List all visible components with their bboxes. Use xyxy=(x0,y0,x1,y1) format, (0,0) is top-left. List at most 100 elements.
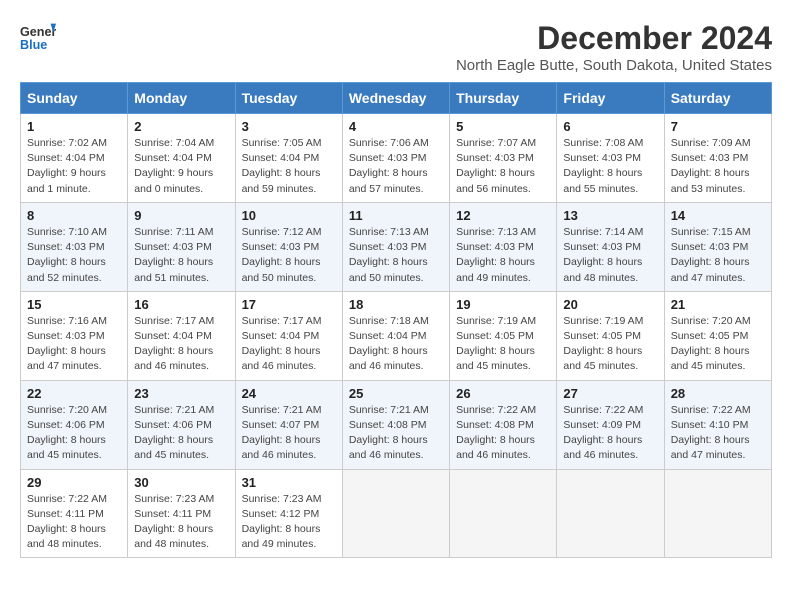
day-info: Sunrise: 7:23 AMSunset: 4:12 PMDaylight:… xyxy=(242,493,322,551)
calendar-cell: 18 Sunrise: 7:18 AMSunset: 4:04 PMDaylig… xyxy=(342,291,449,380)
calendar-cell: 7 Sunrise: 7:09 AMSunset: 4:03 PMDayligh… xyxy=(664,114,771,203)
day-info: Sunrise: 7:16 AMSunset: 4:03 PMDaylight:… xyxy=(27,315,107,373)
day-info: Sunrise: 7:19 AMSunset: 4:05 PMDaylight:… xyxy=(456,315,536,373)
day-number: 12 xyxy=(456,208,550,223)
calendar-cell: 27 Sunrise: 7:22 AMSunset: 4:09 PMDaylig… xyxy=(557,380,664,469)
day-info: Sunrise: 7:20 AMSunset: 4:06 PMDaylight:… xyxy=(27,404,107,462)
day-number: 26 xyxy=(456,386,550,401)
calendar-cell xyxy=(342,469,449,558)
calendar-cell: 4 Sunrise: 7:06 AMSunset: 4:03 PMDayligh… xyxy=(342,114,449,203)
day-info: Sunrise: 7:21 AMSunset: 4:08 PMDaylight:… xyxy=(349,404,429,462)
calendar-cell: 10 Sunrise: 7:12 AMSunset: 4:03 PMDaylig… xyxy=(235,202,342,291)
logo: General Blue xyxy=(20,20,56,56)
calendar-cell: 28 Sunrise: 7:22 AMSunset: 4:10 PMDaylig… xyxy=(664,380,771,469)
calendar-cell: 26 Sunrise: 7:22 AMSunset: 4:08 PMDaylig… xyxy=(450,380,557,469)
day-info: Sunrise: 7:05 AMSunset: 4:04 PMDaylight:… xyxy=(242,137,322,195)
day-info: Sunrise: 7:19 AMSunset: 4:05 PMDaylight:… xyxy=(563,315,643,373)
day-info: Sunrise: 7:02 AMSunset: 4:04 PMDaylight:… xyxy=(27,137,107,195)
day-info: Sunrise: 7:13 AMSunset: 4:03 PMDaylight:… xyxy=(456,226,536,284)
calendar-cell: 14 Sunrise: 7:15 AMSunset: 4:03 PMDaylig… xyxy=(664,202,771,291)
calendar-cell xyxy=(557,469,664,558)
day-info: Sunrise: 7:17 AMSunset: 4:04 PMDaylight:… xyxy=(134,315,214,373)
day-number: 29 xyxy=(27,475,121,490)
calendar-week-3: 15 Sunrise: 7:16 AMSunset: 4:03 PMDaylig… xyxy=(21,291,772,380)
day-number: 27 xyxy=(563,386,657,401)
calendar-cell: 31 Sunrise: 7:23 AMSunset: 4:12 PMDaylig… xyxy=(235,469,342,558)
day-number: 22 xyxy=(27,386,121,401)
header-wednesday: Wednesday xyxy=(342,83,449,114)
calendar-cell: 29 Sunrise: 7:22 AMSunset: 4:11 PMDaylig… xyxy=(21,469,128,558)
day-number: 19 xyxy=(456,297,550,312)
calendar-cell: 11 Sunrise: 7:13 AMSunset: 4:03 PMDaylig… xyxy=(342,202,449,291)
day-info: Sunrise: 7:12 AMSunset: 4:03 PMDaylight:… xyxy=(242,226,322,284)
calendar-cell: 9 Sunrise: 7:11 AMSunset: 4:03 PMDayligh… xyxy=(128,202,235,291)
day-info: Sunrise: 7:18 AMSunset: 4:04 PMDaylight:… xyxy=(349,315,429,373)
calendar-cell: 19 Sunrise: 7:19 AMSunset: 4:05 PMDaylig… xyxy=(450,291,557,380)
calendar-week-5: 29 Sunrise: 7:22 AMSunset: 4:11 PMDaylig… xyxy=(21,469,772,558)
calendar-table: Sunday Monday Tuesday Wednesday Thursday… xyxy=(20,82,772,558)
day-number: 13 xyxy=(563,208,657,223)
calendar-cell: 21 Sunrise: 7:20 AMSunset: 4:05 PMDaylig… xyxy=(664,291,771,380)
calendar-week-2: 8 Sunrise: 7:10 AMSunset: 4:03 PMDayligh… xyxy=(21,202,772,291)
day-number: 10 xyxy=(242,208,336,223)
header-sunday: Sunday xyxy=(21,83,128,114)
day-number: 15 xyxy=(27,297,121,312)
day-info: Sunrise: 7:21 AMSunset: 4:07 PMDaylight:… xyxy=(242,404,322,462)
header-friday: Friday xyxy=(557,83,664,114)
day-number: 24 xyxy=(242,386,336,401)
day-number: 8 xyxy=(27,208,121,223)
calendar-cell: 12 Sunrise: 7:13 AMSunset: 4:03 PMDaylig… xyxy=(450,202,557,291)
calendar-cell: 8 Sunrise: 7:10 AMSunset: 4:03 PMDayligh… xyxy=(21,202,128,291)
page-header: General Blue December 2024 North Eagle B… xyxy=(20,20,772,74)
calendar-cell: 23 Sunrise: 7:21 AMSunset: 4:06 PMDaylig… xyxy=(128,380,235,469)
calendar-cell: 3 Sunrise: 7:05 AMSunset: 4:04 PMDayligh… xyxy=(235,114,342,203)
day-number: 1 xyxy=(27,119,121,134)
calendar-cell: 16 Sunrise: 7:17 AMSunset: 4:04 PMDaylig… xyxy=(128,291,235,380)
day-info: Sunrise: 7:11 AMSunset: 4:03 PMDaylight:… xyxy=(134,226,213,284)
calendar-cell: 13 Sunrise: 7:14 AMSunset: 4:03 PMDaylig… xyxy=(557,202,664,291)
calendar-cell: 30 Sunrise: 7:23 AMSunset: 4:11 PMDaylig… xyxy=(128,469,235,558)
header-saturday: Saturday xyxy=(664,83,771,114)
svg-text:Blue: Blue xyxy=(20,38,47,52)
day-info: Sunrise: 7:23 AMSunset: 4:11 PMDaylight:… xyxy=(134,493,214,551)
day-info: Sunrise: 7:22 AMSunset: 4:11 PMDaylight:… xyxy=(27,493,107,551)
day-number: 16 xyxy=(134,297,228,312)
day-number: 3 xyxy=(242,119,336,134)
day-number: 20 xyxy=(563,297,657,312)
day-info: Sunrise: 7:08 AMSunset: 4:03 PMDaylight:… xyxy=(563,137,643,195)
day-number: 31 xyxy=(242,475,336,490)
calendar-cell: 2 Sunrise: 7:04 AMSunset: 4:04 PMDayligh… xyxy=(128,114,235,203)
day-number: 6 xyxy=(563,119,657,134)
calendar-cell xyxy=(450,469,557,558)
day-info: Sunrise: 7:14 AMSunset: 4:03 PMDaylight:… xyxy=(563,226,643,284)
header-tuesday: Tuesday xyxy=(235,83,342,114)
calendar-cell: 20 Sunrise: 7:19 AMSunset: 4:05 PMDaylig… xyxy=(557,291,664,380)
day-info: Sunrise: 7:22 AMSunset: 4:10 PMDaylight:… xyxy=(671,404,751,462)
calendar-cell: 24 Sunrise: 7:21 AMSunset: 4:07 PMDaylig… xyxy=(235,380,342,469)
day-info: Sunrise: 7:22 AMSunset: 4:08 PMDaylight:… xyxy=(456,404,536,462)
day-info: Sunrise: 7:13 AMSunset: 4:03 PMDaylight:… xyxy=(349,226,429,284)
calendar-cell xyxy=(664,469,771,558)
calendar-cell: 17 Sunrise: 7:17 AMSunset: 4:04 PMDaylig… xyxy=(235,291,342,380)
calendar-week-1: 1 Sunrise: 7:02 AMSunset: 4:04 PMDayligh… xyxy=(21,114,772,203)
calendar-cell: 6 Sunrise: 7:08 AMSunset: 4:03 PMDayligh… xyxy=(557,114,664,203)
day-info: Sunrise: 7:10 AMSunset: 4:03 PMDaylight:… xyxy=(27,226,107,284)
calendar-cell: 15 Sunrise: 7:16 AMSunset: 4:03 PMDaylig… xyxy=(21,291,128,380)
day-number: 21 xyxy=(671,297,765,312)
calendar-cell: 22 Sunrise: 7:20 AMSunset: 4:06 PMDaylig… xyxy=(21,380,128,469)
day-number: 4 xyxy=(349,119,443,134)
day-info: Sunrise: 7:21 AMSunset: 4:06 PMDaylight:… xyxy=(134,404,214,462)
day-number: 14 xyxy=(671,208,765,223)
day-info: Sunrise: 7:09 AMSunset: 4:03 PMDaylight:… xyxy=(671,137,751,195)
day-number: 18 xyxy=(349,297,443,312)
month-title: December 2024 xyxy=(456,20,772,57)
header-monday: Monday xyxy=(128,83,235,114)
header-row: Sunday Monday Tuesday Wednesday Thursday… xyxy=(21,83,772,114)
calendar-week-4: 22 Sunrise: 7:20 AMSunset: 4:06 PMDaylig… xyxy=(21,380,772,469)
day-info: Sunrise: 7:15 AMSunset: 4:03 PMDaylight:… xyxy=(671,226,751,284)
day-number: 7 xyxy=(671,119,765,134)
location-title: North Eagle Butte, South Dakota, United … xyxy=(456,57,772,74)
day-info: Sunrise: 7:06 AMSunset: 4:03 PMDaylight:… xyxy=(349,137,429,195)
day-info: Sunrise: 7:17 AMSunset: 4:04 PMDaylight:… xyxy=(242,315,322,373)
calendar-cell: 25 Sunrise: 7:21 AMSunset: 4:08 PMDaylig… xyxy=(342,380,449,469)
